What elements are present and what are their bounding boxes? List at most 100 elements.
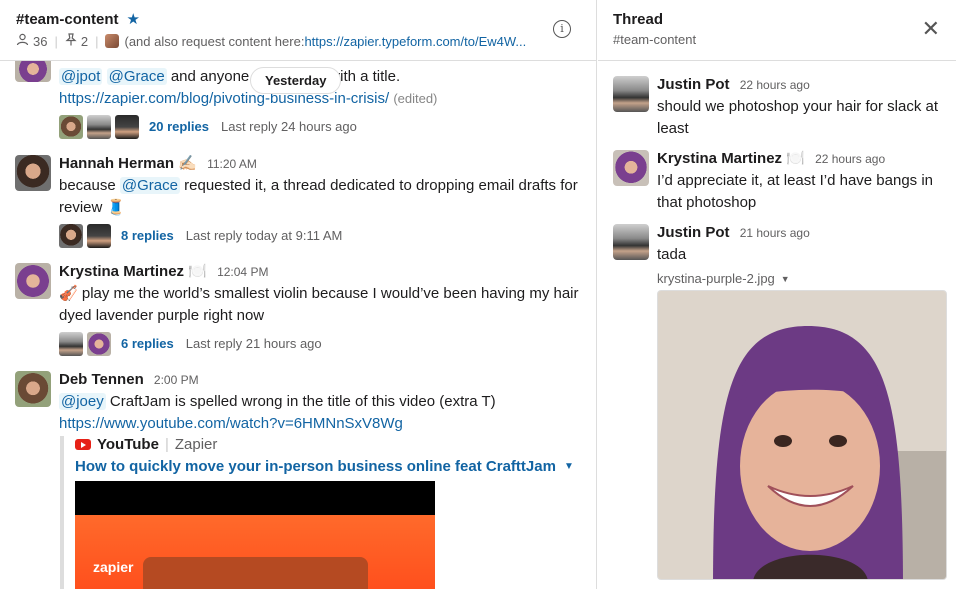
last-reply: Last reply 21 hours ago — [185, 336, 322, 351]
thread-header: Thread #team-content ✕ — [598, 0, 956, 61]
pin-count[interactable]: 2 — [81, 34, 88, 49]
star-icon[interactable]: ★ — [127, 10, 140, 28]
info-icon[interactable]: i — [553, 20, 571, 38]
thread-title: Thread — [613, 11, 664, 28]
mention[interactable]: @jpot — [59, 68, 103, 85]
attachment-title[interactable]: How to quickly move your in-person busin… — [75, 458, 574, 475]
message-text: tada — [657, 246, 687, 263]
image-attachment[interactable] — [657, 290, 947, 580]
message-body: Deb Tennen 2:00 PM @joey CraftJam is spe… — [59, 369, 585, 435]
message-body: Justin Pot 21 hours ago tada krystina-pu… — [657, 222, 948, 290]
reply-avatar — [115, 115, 139, 139]
pin-icon[interactable] — [65, 33, 77, 49]
timestamp[interactable]: 11:20 AM — [207, 157, 257, 171]
reply-avatar — [59, 332, 83, 356]
sender-name[interactable]: Krystina Martinez — [59, 263, 184, 280]
channel-title[interactable]: #team-content ★ — [16, 10, 140, 29]
message-body: Krystina Martinez 🍽️ 22 hours ago I’d ap… — [657, 148, 948, 214]
message-body: Justin Pot 22 hours ago should we photos… — [657, 74, 948, 140]
thread-pane: Thread #team-content ✕ Justin Pot 22 hou… — [598, 0, 956, 589]
thread-replies[interactable]: 6 replies Last reply 21 hours ago — [59, 332, 585, 356]
sender-name[interactable]: Hannah Herman — [59, 155, 174, 172]
thread-replies[interactable]: 20 replies Last reply 24 hours ago — [59, 115, 585, 139]
reply-avatar — [59, 115, 83, 139]
status-emoji: 🍽️ — [786, 150, 805, 167]
message-text: 🎻 play me the world’s smallest violin be… — [59, 283, 585, 327]
youtube-icon — [75, 439, 91, 450]
link-attachment: YouTube | Zapier How to quickly move you… — [60, 436, 574, 589]
attachment-title-text[interactable]: How to quickly move your in-person busin… — [75, 458, 556, 475]
sender-name[interactable]: Justin Pot — [657, 76, 730, 93]
message-link[interactable]: https://www.youtube.com/watch?v=6HMNnSxV… — [59, 415, 403, 432]
topic-avatar — [105, 34, 120, 48]
date-divider[interactable]: Yesterday — [250, 67, 342, 94]
avatar[interactable] — [15, 263, 51, 299]
reply-avatar — [87, 332, 111, 356]
file-name-text[interactable]: krystina-purple-2.jpg — [657, 268, 775, 290]
last-reply: Last reply 24 hours ago — [221, 119, 357, 134]
edited-label: (edited) — [393, 91, 438, 106]
divider: | — [54, 33, 58, 49]
reply-avatar — [87, 224, 111, 248]
channel-name[interactable]: #team-content — [16, 11, 119, 28]
caret-down-icon[interactable]: ▼ — [564, 461, 574, 472]
timestamp[interactable]: 22 hours ago — [815, 152, 885, 166]
attachment-source: YouTube | Zapier — [75, 436, 440, 453]
message-text: should we photoshop your hair for slack … — [657, 98, 938, 137]
message-text: because @Grace requested it, a thread de… — [59, 175, 585, 219]
message-text: @joey CraftJam is spelled wrong in the t… — [59, 391, 585, 413]
message-text: I’d appreciate it, at least I’d have ban… — [657, 172, 934, 211]
message-text-part: CraftJam is spelled wrong in the title o… — [105, 393, 496, 410]
thread-channel[interactable]: #team-content — [613, 32, 696, 47]
status-emoji: 🍽️ — [188, 263, 207, 280]
thread-replies[interactable]: 8 replies Last reply today at 9:11 AM — [59, 224, 585, 248]
timestamp[interactable]: 2:00 PM — [154, 373, 199, 387]
reply-avatar — [59, 224, 83, 248]
avatar[interactable] — [15, 155, 51, 191]
sender-name[interactable]: Justin Pot — [657, 224, 730, 241]
mention[interactable]: @Grace — [106, 68, 167, 85]
divider: | — [95, 33, 99, 49]
avatar[interactable] — [15, 371, 51, 407]
reply-count[interactable]: 20 replies — [149, 116, 209, 138]
portrait-image — [658, 291, 946, 579]
channel-pane: #team-content ★ 36 | 2 | (and also reque… — [0, 0, 597, 589]
member-count[interactable]: 36 — [33, 34, 47, 49]
mention[interactable]: @Grace — [119, 177, 180, 194]
members-icon[interactable] — [16, 33, 29, 49]
attachment-service: YouTube — [97, 436, 159, 453]
topic-text: (and also request content here: — [124, 33, 305, 49]
mention[interactable]: @joey — [59, 393, 106, 410]
sender-name[interactable]: Deb Tennen — [59, 371, 144, 388]
topic-link[interactable]: https://zapier.typeform.com/to/Ew4W... — [304, 34, 526, 49]
avatar[interactable] — [613, 150, 649, 186]
message-body: Krystina Martinez 🍽️ 12:04 PM 🎻 play me … — [59, 261, 585, 356]
message-text-part: play me the world’s smallest violin beca… — [59, 285, 579, 324]
avatar[interactable] — [613, 224, 649, 260]
message-text-part: and anyone e — [170, 68, 262, 85]
message-text-part: because — [59, 177, 120, 194]
channel-meta: 36 | 2 | (and also request content here:… — [16, 33, 526, 49]
last-reply: Last reply today at 9:11 AM — [185, 228, 343, 243]
timestamp[interactable]: 22 hours ago — [740, 78, 810, 92]
reply-avatar — [87, 115, 111, 139]
status-emoji: ✍🏻 — [178, 155, 197, 172]
close-icon[interactable]: ✕ — [922, 18, 940, 40]
violin-emoji: 🎻 — [59, 285, 78, 302]
channel-header: #team-content ★ 36 | 2 | (and also reque… — [0, 0, 596, 61]
video-brand: zapier — [93, 559, 134, 575]
divider: | — [164, 436, 169, 453]
video-thumbnail[interactable]: zapier — [75, 481, 435, 589]
file-name[interactable]: krystina-purple-2.jpg ▼ — [657, 268, 948, 290]
reply-count[interactable]: 8 replies — [121, 225, 174, 247]
message-body: Hannah Herman ✍🏻 11:20 AM because @Grace… — [59, 153, 585, 248]
timestamp[interactable]: 21 hours ago — [740, 226, 810, 240]
reply-count[interactable]: 6 replies — [121, 333, 174, 355]
sender-name[interactable]: Krystina Martinez — [657, 150, 782, 167]
timestamp[interactable]: 12:04 PM — [217, 265, 268, 279]
attachment-author: Zapier — [174, 436, 218, 453]
avatar[interactable] — [613, 76, 649, 112]
caret-down-icon[interactable]: ▼ — [781, 268, 790, 290]
message-link[interactable]: https://zapier.com/blog/pivoting-busines… — [59, 90, 389, 107]
video-frame — [143, 557, 368, 589]
